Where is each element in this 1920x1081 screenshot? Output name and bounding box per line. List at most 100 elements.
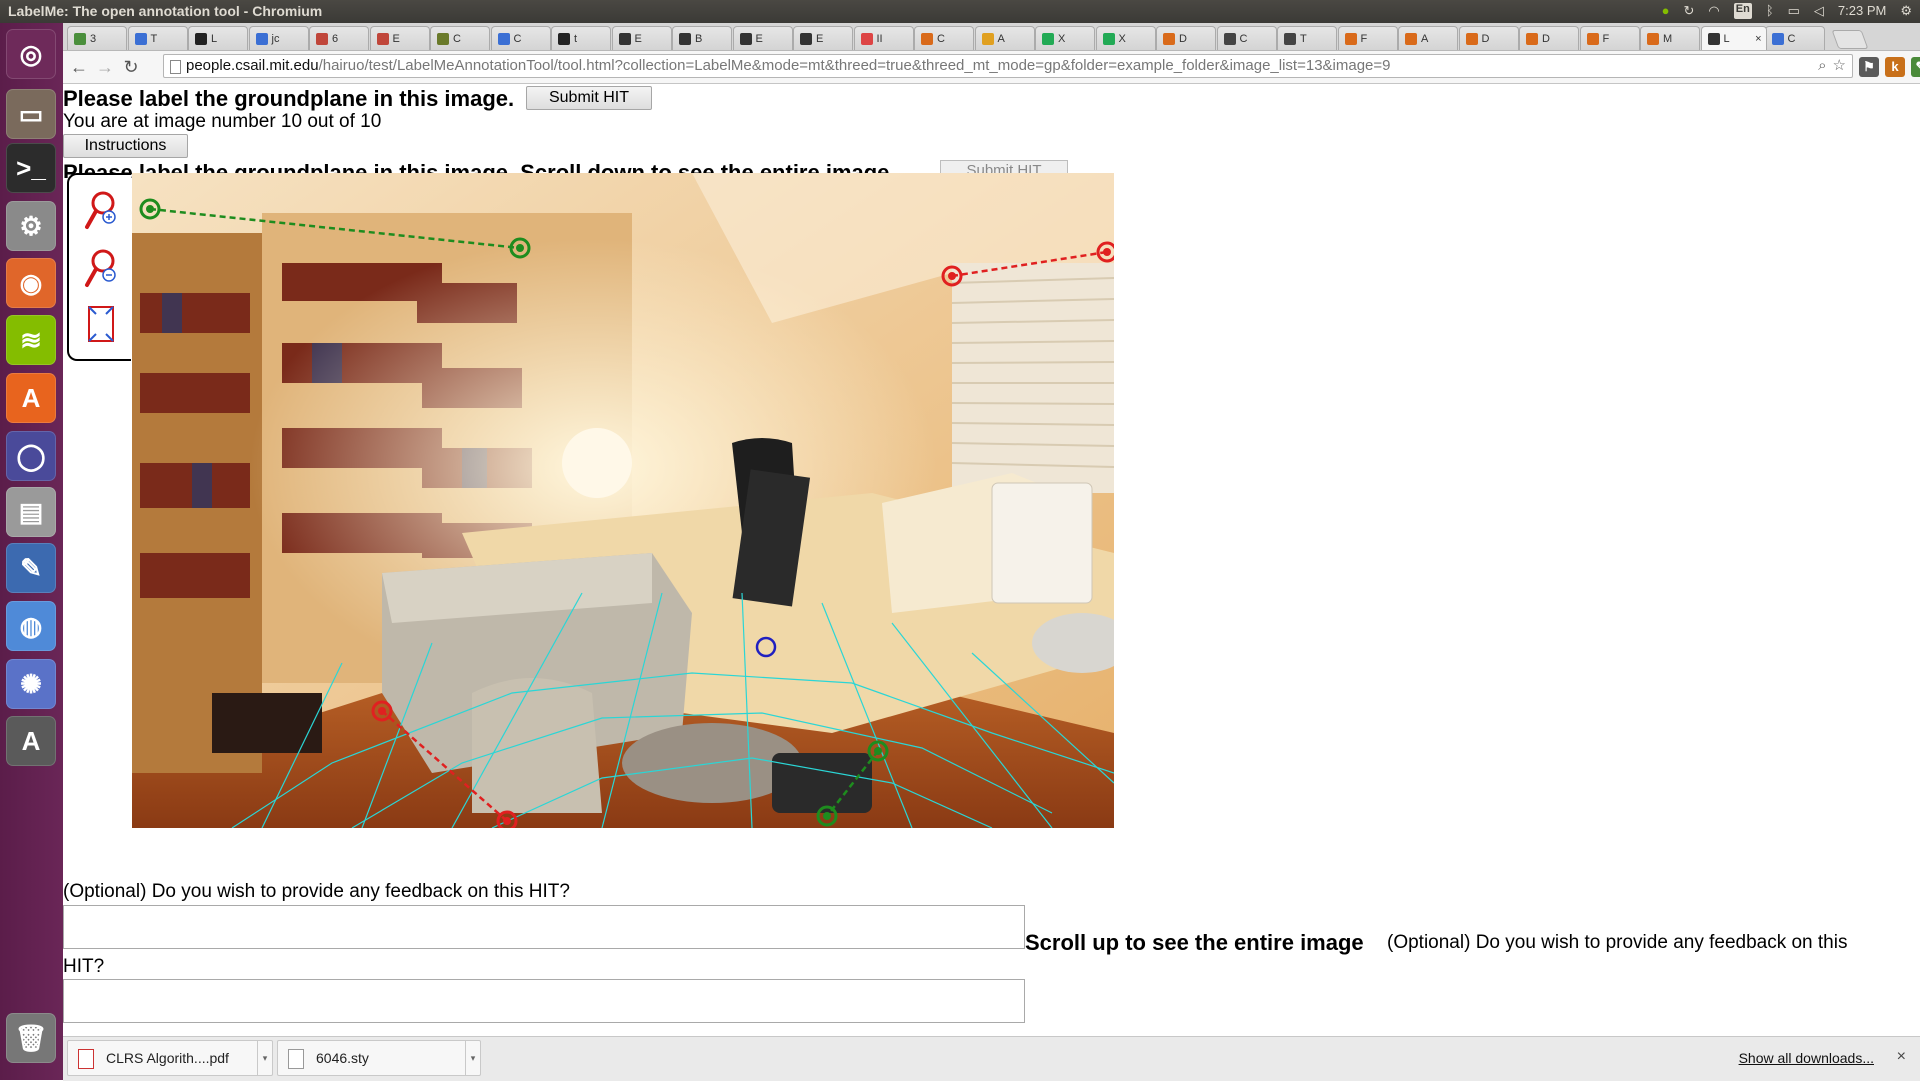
bluetooth-icon[interactable]: ᛒ [1766, 3, 1774, 19]
tab[interactable]: A [1398, 26, 1458, 50]
tab[interactable]: D [1458, 26, 1519, 50]
feedback-textarea[interactable] [63, 905, 1025, 949]
window-title: LabelMe: The open annotation tool - Chro… [8, 3, 323, 19]
download-item-pdf[interactable]: CLRS Algorith....pdf ▾ [67, 1040, 273, 1076]
tab-label: F [1360, 32, 1368, 45]
tab[interactable]: F [1337, 26, 1398, 50]
extension-icon[interactable]: ⚑ [1859, 57, 1879, 77]
tab[interactable]: II [853, 26, 914, 50]
tab[interactable]: X [1095, 26, 1156, 50]
tab[interactable]: B [672, 26, 732, 50]
tab[interactable]: 6 [309, 26, 369, 50]
tab[interactable]: A [974, 26, 1035, 50]
tab[interactable]: E [611, 26, 672, 50]
annotation-image[interactable] [132, 173, 1114, 828]
zoom-out-icon[interactable] [83, 247, 119, 291]
draw-app-icon[interactable]: ✎ [6, 543, 56, 593]
tab-label: T [1300, 32, 1307, 45]
trash-icon[interactable]: 🗑 [6, 1013, 56, 1063]
tab-label: E [755, 32, 763, 45]
tab-label: A [997, 32, 1005, 45]
tab-label: D [1179, 32, 1187, 45]
settings-icon[interactable]: ⚙ [6, 201, 56, 251]
tab[interactable]: C [1764, 26, 1825, 50]
chevron-down-icon[interactable]: ▾ [257, 1041, 272, 1075]
terminal-icon[interactable]: >_ [6, 143, 56, 193]
spotify-icon[interactable]: ≋ [6, 315, 56, 365]
tab-favicon-icon [437, 32, 449, 45]
download-item-sty[interactable]: 6046.sty ▾ [277, 1040, 481, 1076]
tab[interactable]: t [551, 26, 611, 50]
tab[interactable]: E [369, 26, 430, 50]
tab-label: 3 [90, 32, 97, 45]
new-tab-button[interactable] [1831, 30, 1869, 49]
updater-icon[interactable]: A [6, 716, 56, 766]
bookmark-star-icon[interactable]: ☆ [1833, 55, 1846, 77]
feedback-textarea-2[interactable] [63, 979, 1025, 1023]
show-all-downloads-link[interactable]: Show all downloads... [1739, 1050, 1874, 1066]
submit-hit-button[interactable]: Submit HIT [526, 86, 652, 110]
tab-label: C [1239, 32, 1248, 45]
feedback-label: (Optional) Do you wish to provide any fe… [63, 881, 570, 902]
wifi-icon[interactable]: ◠ [1708, 3, 1719, 19]
scroll-up-hint: Scroll up to see the entire image [1025, 930, 1364, 955]
tab[interactable]: T [127, 26, 188, 50]
back-button[interactable]: ← [67, 56, 91, 78]
volume-icon[interactable]: ◁ [1814, 3, 1824, 19]
tab[interactable]: jc [248, 26, 309, 50]
tab-favicon-icon [1405, 32, 1417, 45]
spotify-tray-icon[interactable]: ● [1662, 3, 1670, 19]
file-icon [288, 1049, 304, 1069]
files-icon[interactable]: ▭ [6, 89, 56, 139]
tab[interactable]: T [1277, 26, 1337, 50]
circle-app-icon[interactable]: ◯ [6, 431, 56, 481]
tab[interactable]: X [1035, 26, 1095, 50]
tab-favicon-icon [195, 32, 207, 45]
tab-favicon-icon [1586, 32, 1599, 45]
url-path: /hairuo/test/LabelMeAnnotationTool/tool.… [318, 57, 1391, 74]
tab[interactable]: C [430, 26, 490, 50]
software-center-icon[interactable]: A [6, 373, 56, 423]
sync-icon[interactable]: ↻ [1684, 3, 1695, 19]
chromium-icon[interactable]: ◍ [6, 601, 56, 651]
disk-icon[interactable]: ▤ [6, 487, 56, 537]
tab-close-icon[interactable]: × [1755, 33, 1761, 45]
pinwheel-icon[interactable]: ✺ [6, 659, 56, 709]
tab-label: B [695, 32, 703, 45]
tab[interactable]: D [1519, 26, 1579, 50]
tab[interactable]: C [1216, 26, 1277, 50]
keyboard-layout-indicator[interactable]: En [1733, 3, 1752, 19]
tab-active[interactable]: L × [1700, 26, 1767, 50]
k-extension-icon[interactable]: k [1885, 57, 1905, 77]
reload-button[interactable]: ↻ [119, 56, 143, 78]
firefox-icon[interactable]: ◉ [6, 258, 56, 308]
tab[interactable]: M [1640, 26, 1700, 50]
zoom-in-icon[interactable] [83, 189, 119, 233]
close-icon[interactable]: × [1897, 1048, 1906, 1066]
tab[interactable]: L [188, 26, 248, 50]
chevron-down-icon[interactable]: ▾ [465, 1041, 480, 1075]
tab[interactable]: C [490, 26, 551, 50]
tab[interactable]: E [732, 26, 793, 50]
tab[interactable]: D [1156, 26, 1216, 50]
tab-favicon-icon [1647, 32, 1659, 45]
tab-favicon-icon [316, 32, 328, 45]
address-bar[interactable]: people.csail.mit.edu/hairuo/test/LabelMe… [163, 54, 1853, 78]
tab[interactable]: E [793, 26, 853, 50]
session-gear-icon[interactable]: ⚙ [1900, 3, 1912, 19]
instructions-button[interactable]: Instructions [63, 134, 188, 158]
fit-image-icon[interactable] [83, 303, 119, 347]
tools-extension-icon[interactable]: ✎ [1911, 57, 1920, 77]
tab-favicon-icon [618, 32, 631, 45]
battery-icon[interactable]: ▭ [1788, 3, 1800, 19]
tab-favicon-icon [376, 32, 389, 45]
url-host: people.csail.mit.edu [186, 57, 319, 74]
search-icon[interactable]: ⌕ [1818, 55, 1826, 77]
ubuntu-dash-icon[interactable]: ◎ [6, 29, 56, 79]
tab[interactable]: C [914, 26, 974, 50]
tab[interactable]: F [1579, 26, 1640, 50]
tab-label: E [816, 32, 824, 45]
tab[interactable]: 3 [67, 26, 127, 50]
clock[interactable]: 7:23 PM [1838, 3, 1886, 19]
forward-button[interactable]: → [93, 56, 117, 78]
